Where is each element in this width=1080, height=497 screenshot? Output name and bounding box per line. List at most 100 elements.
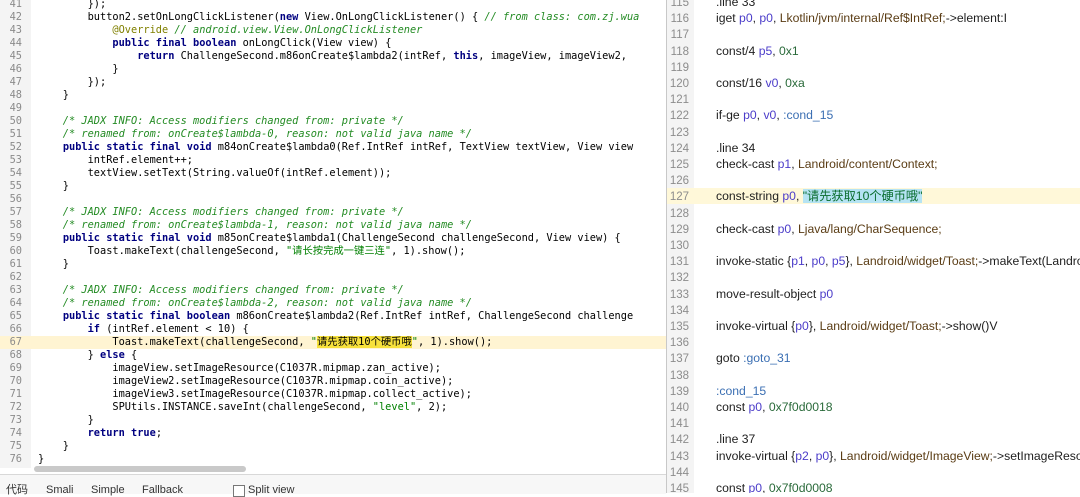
java-code-line: 48 } (0, 89, 666, 102)
line-number: 122 (669, 110, 689, 123)
code-token: } (38, 453, 45, 465)
line-number: 124 (669, 142, 689, 155)
java-code-line: 59 public static final void m85onCreate$… (0, 232, 666, 245)
code-token: /* renamed from: onCreate$lambda-1, reas… (38, 219, 472, 231)
smali-code-line: 135 invoke-virtual {p0}, Landroid/widget/… (667, 318, 1080, 334)
line-number: 55 (9, 180, 22, 192)
code-token: , 2); (416, 401, 448, 413)
line-number: 118 (670, 45, 689, 58)
code-token: , (791, 157, 798, 171)
smali-code-line: 134 (667, 302, 1080, 318)
line-number: 138 (669, 369, 689, 382)
line-number: 139 (669, 385, 689, 398)
java-code-line: 69 imageView.setImageResource(C1037R.mip… (0, 362, 666, 375)
java-code-line: 62 (0, 271, 666, 284)
code-token: p5 (831, 254, 846, 269)
java-code-line: 52 public static final void m84onCreate$… (0, 141, 666, 154)
line-number: 47 (9, 76, 22, 88)
code-token: return true (87, 427, 156, 439)
smali-code-line: 136 (667, 334, 1080, 350)
line-number: 42 (9, 11, 22, 23)
smali-code-line: 128 (667, 205, 1080, 221)
line-number: 119 (670, 61, 689, 74)
code-token: /* JADX INFO: Access modifiers changed f… (38, 284, 404, 296)
java-code-line: 51 /* renamed from: onCreate$lambda-0, r… (0, 128, 666, 141)
java-code-line: 66 if (intRef.element < 10) { (0, 323, 666, 336)
tab-simple[interactable]: Simple (91, 484, 125, 496)
code-token: v0 (765, 76, 779, 90)
java-code-line: 49 (0, 102, 666, 115)
code-token: p0 (743, 108, 757, 123)
code-token: const-string (716, 189, 783, 204)
code-token: } (38, 440, 69, 452)
line-number: 52 (9, 141, 22, 153)
code-token: // android.view.View.OnLongClickListener (168, 24, 423, 36)
line-number: 134 (669, 304, 689, 317)
code-token: ->show()V (941, 319, 998, 333)
code-token: else (100, 349, 125, 361)
split-view-label[interactable]: Split view (248, 484, 294, 496)
java-code-line: 63 /* JADX INFO: Access modifiers change… (0, 284, 666, 297)
code-token: 请先获取10个硬币哦 (316, 336, 412, 348)
code-token: new (279, 11, 299, 23)
line-number: 123 (669, 126, 689, 139)
line-number: 130 (669, 240, 689, 252)
smali-code-line: 140 const p0, 0x7f0d0018 (667, 399, 1080, 415)
code-token: , (808, 448, 816, 463)
code-token: Landroid/widget/ImageView; (840, 448, 993, 463)
code-token: , (772, 11, 780, 26)
java-code-line: 68 } else { (0, 349, 666, 362)
code-token: textView.setText(String.valueOf(intRef.e… (38, 167, 392, 179)
code-token: imageView2.setImageResource(C1037R.mipma… (38, 375, 454, 387)
line-number: 41 (9, 0, 22, 10)
code-token: }, (829, 448, 841, 463)
smali-code-line: 137 goto :goto_31 (667, 350, 1080, 366)
code-token: Toast.makeText(challengeSecond, (38, 336, 311, 348)
code-token: check-cast (716, 221, 778, 236)
code-token: }); (38, 0, 107, 10)
code-token: .line 34 (716, 140, 756, 155)
split-view-checkbox[interactable] (233, 485, 245, 497)
code-token: :cond_15 (716, 383, 767, 398)
smali-code-line: 131 invoke-static {p1, p0, p5}, Landroid/… (667, 253, 1080, 269)
code-token: (intRef.element < 10) { (100, 323, 249, 335)
tab-smali[interactable]: Smali (46, 484, 74, 496)
java-code-line: 74 return true; (0, 427, 666, 440)
code-token: }, (808, 319, 820, 333)
code-token: /* JADX INFO: Access modifiers changed f… (38, 115, 404, 127)
code-token: const/4 (716, 43, 759, 58)
line-number: 126 (669, 175, 689, 188)
code-token: View.OnLongClickListener() { (298, 11, 485, 23)
smali-code-line: 123 (667, 124, 1080, 140)
code-token: p0 (748, 400, 763, 414)
line-number: 73 (9, 414, 22, 426)
java-code-line: 44 public final boolean onLongClick(View… (0, 37, 666, 50)
code-token: public static final boolean (62, 310, 231, 322)
code-token: ; (155, 427, 163, 439)
line-number: 70 (9, 375, 22, 387)
line-number: 68 (9, 349, 22, 361)
java-code-panel[interactable]: 41 }); 42 button2.setOnLongClickListener(… (0, 0, 666, 493)
code-token: , imageView, imageView2, (478, 50, 627, 62)
code-token: check-cast (716, 157, 778, 171)
line-number: 117 (670, 29, 689, 42)
line-number: 45 (9, 50, 22, 62)
code-token: 0x7f0d0008 (768, 481, 833, 493)
line-number: 51 (9, 128, 22, 140)
tab-fallback[interactable]: Fallback (142, 484, 183, 496)
code-token: p0 (759, 11, 773, 26)
tab-code[interactable]: 代码 (6, 484, 28, 496)
line-number: 63 (9, 284, 22, 296)
line-number: 64 (9, 297, 22, 309)
smali-code-panel[interactable]: 115 .line 33 116 iget p0, p0, Lkotlin/jvm/i… (667, 0, 1080, 493)
line-number: 128 (669, 207, 689, 220)
smali-code-line: 145 const p0, 0x7f0d0008 (667, 480, 1080, 493)
horizontal-scrollbar[interactable] (34, 466, 246, 472)
bottom-tab-bar: 代码 Smali Simple Fallback Split view (0, 474, 666, 497)
line-number: 140 (669, 402, 689, 414)
line-number: 56 (9, 193, 22, 205)
code-token: p0 (739, 11, 753, 26)
